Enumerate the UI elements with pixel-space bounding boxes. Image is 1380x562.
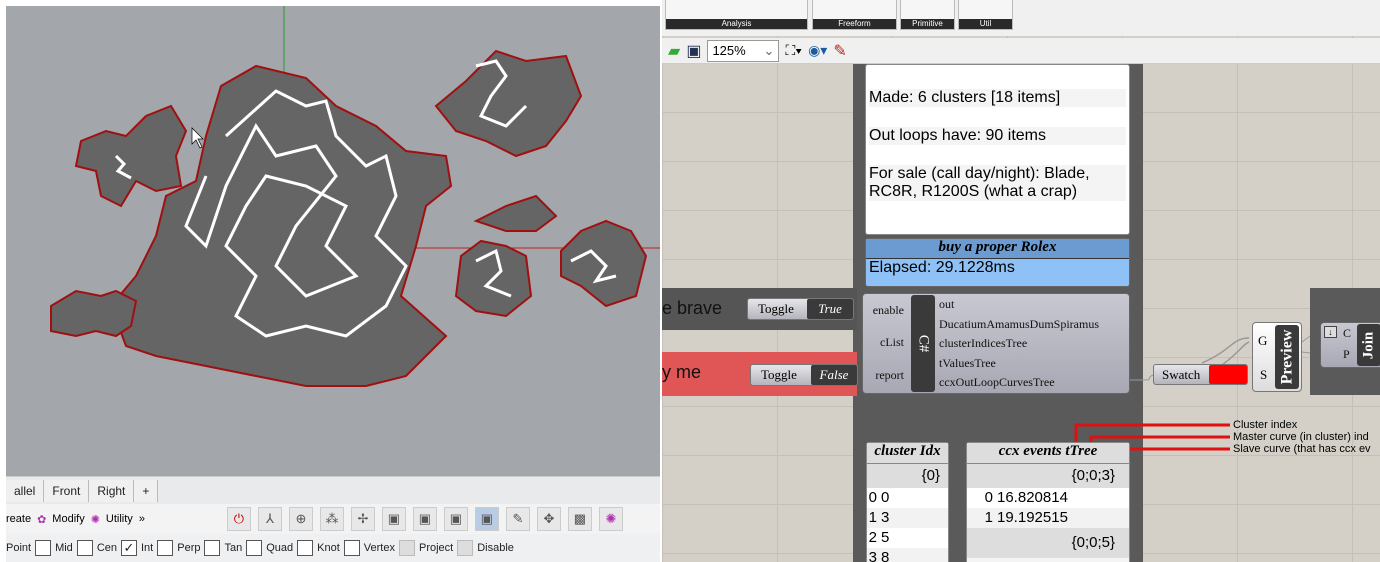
tab-right[interactable]: Right bbox=[89, 480, 135, 502]
row-index: 0 bbox=[868, 489, 877, 506]
tab-front[interactable]: Front bbox=[44, 480, 90, 502]
rhino-viewport[interactable] bbox=[6, 6, 660, 474]
table-row: 25 bbox=[867, 528, 948, 548]
osnap-label: Project bbox=[418, 542, 454, 554]
viewport-tabs: allel Front Right + bbox=[6, 476, 660, 504]
row-index: 3 bbox=[868, 549, 877, 562]
osnap-label: Quad bbox=[266, 542, 294, 554]
ccx-events-panel[interactable]: ccx events tTree {0;0;3} 0 16.820814 1 19.1… bbox=[966, 442, 1130, 562]
osnap-int-checkbox[interactable]: ✓ bbox=[121, 540, 137, 556]
osnap-tan-checkbox[interactable] bbox=[204, 540, 221, 556]
utility-icon: ✺ bbox=[90, 513, 100, 526]
osnap-vertex-checkbox[interactable] bbox=[343, 540, 360, 556]
box-icon[interactable]: ▣ bbox=[412, 507, 437, 531]
row-value: 16.820814 bbox=[997, 489, 1068, 506]
nodes-icon[interactable]: ⁂ bbox=[319, 507, 344, 531]
plugin-icon[interactable]: ✥ bbox=[536, 507, 561, 531]
render-icon[interactable]: ▩ bbox=[567, 507, 592, 531]
row-index: 1 bbox=[984, 509, 993, 526]
power-icon[interactable]: ⏻ bbox=[226, 507, 251, 531]
osnap-mid-checkbox[interactable] bbox=[35, 540, 52, 556]
annotation-master-curve: Master curve (in cluster) ind bbox=[1233, 431, 1369, 443]
region-upper-mid bbox=[473, 194, 558, 232]
modify-icon: ✿ bbox=[37, 513, 47, 526]
annotation-slave-curve: Slave curve (that has ccx ev bbox=[1233, 443, 1371, 455]
region-left-bottom bbox=[50, 289, 138, 338]
tab-modify[interactable]: Modify bbox=[52, 513, 84, 525]
region-left-top bbox=[74, 104, 188, 208]
osnap-label: Vertex bbox=[363, 542, 395, 554]
osnap-cen-checkbox[interactable] bbox=[76, 540, 93, 556]
globe-icon[interactable]: ⊕ bbox=[288, 507, 313, 531]
table-row: 13 bbox=[867, 508, 948, 528]
row-index: 0 bbox=[984, 489, 993, 506]
osnap-label: Mid bbox=[55, 542, 73, 554]
osnap-label: Disable bbox=[477, 542, 514, 554]
gumball-icon[interactable]: ✢ bbox=[350, 507, 375, 531]
grasshopper-canvas[interactable]: Analysis Freeform Primitive Util ▰ ▣ 125… bbox=[662, 0, 1380, 562]
osnap-label: Knot bbox=[317, 542, 340, 554]
osnap-knot-checkbox[interactable] bbox=[297, 540, 314, 556]
row-index: 1 bbox=[868, 509, 877, 526]
rhino-window: allel Front Right + reate ✿ Modify ✺ Utility … bbox=[6, 6, 660, 562]
axes-icon[interactable]: ⅄ bbox=[257, 507, 282, 531]
tab-parallel[interactable]: allel bbox=[6, 480, 45, 502]
more-tabs-button[interactable]: » bbox=[139, 513, 145, 525]
project-checkbox[interactable] bbox=[398, 540, 415, 556]
table-row: 38 bbox=[867, 548, 948, 562]
disable-checkbox[interactable] bbox=[457, 540, 474, 556]
panel-title: cluster Idx bbox=[867, 443, 948, 464]
brush-icon[interactable]: ✎ bbox=[505, 507, 530, 531]
osnap-label: Perp bbox=[177, 542, 201, 554]
osnap-quad-checkbox[interactable] bbox=[246, 540, 263, 556]
gear-icon[interactable]: ✺ bbox=[598, 507, 623, 531]
box-icon[interactable]: ▣ bbox=[381, 507, 406, 531]
row-value: 0 bbox=[881, 489, 890, 506]
osnap-label: Int bbox=[141, 542, 154, 554]
row-value: 3 bbox=[881, 509, 890, 526]
row-value: 8 bbox=[881, 549, 890, 562]
table-row: 0 16.820814 bbox=[967, 488, 1129, 508]
osnap-perp-checkbox[interactable] bbox=[157, 540, 174, 556]
tab-create[interactable]: reate bbox=[6, 513, 31, 525]
region-top-right bbox=[434, 49, 583, 158]
osnap-label: Tan bbox=[224, 542, 243, 554]
row-value: 5 bbox=[881, 529, 890, 546]
osnap-label: Cen bbox=[96, 542, 117, 554]
box-icon[interactable]: ▣ bbox=[443, 507, 468, 531]
tab-utility[interactable]: Utility bbox=[106, 513, 133, 525]
annotation-cluster-index: Cluster index bbox=[1233, 419, 1298, 431]
row-value: 19.192515 bbox=[997, 509, 1068, 526]
table-row: 00 bbox=[867, 488, 948, 508]
cluster-idx-panel[interactable]: cluster Idx {0} 00132538 bbox=[866, 442, 949, 562]
mouse-cursor bbox=[191, 127, 204, 149]
add-tab-button[interactable]: + bbox=[134, 480, 159, 502]
table-row: 1 19.192515 bbox=[967, 508, 1129, 528]
tree-path: {0;0;5} bbox=[967, 528, 1129, 558]
rhino-toolbar: reate ✿ Modify ✺ Utility » ⏻ ⅄ ⊕ ⁂ ✢ ▣ ▣ ▣ ▣ ✎ ✥ ▩ ✺ bbox=[6, 504, 660, 534]
osnap-point-label: Point bbox=[6, 542, 32, 554]
box-active-icon[interactable]: ▣ bbox=[474, 507, 499, 531]
panel-title: ccx events tTree bbox=[967, 443, 1129, 464]
tree-path: {0} bbox=[867, 464, 948, 488]
osnap-bar: Point Mid Cen ✓ Int Perp Tan Quad Knot Ve… bbox=[6, 534, 660, 562]
row-index: 2 bbox=[868, 529, 877, 546]
tree-path: {0;0;3} bbox=[967, 464, 1129, 488]
